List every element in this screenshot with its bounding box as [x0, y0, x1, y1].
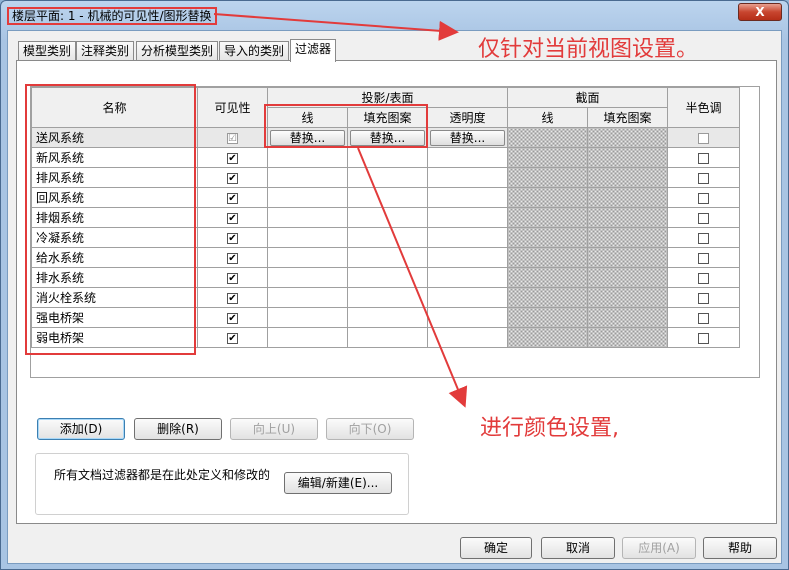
visibility-checkbox[interactable]: ✔ — [227, 212, 238, 224]
header-cut: 截面 — [507, 87, 668, 108]
visibility-checkbox[interactable]: ✔ — [227, 232, 238, 244]
header-visibility[interactable]: 可见性 — [197, 87, 268, 128]
table-row[interactable]: 排水系统 ✔ — [31, 267, 740, 288]
override-projection-line-button[interactable]: 替换... — [270, 129, 345, 146]
title-bar[interactable]: 楼层平面: 1 - 机械的可见性/图形替换 X — [1, 1, 788, 29]
filter-name[interactable]: 排风系统 — [31, 167, 198, 188]
header-cut-line: 线 — [507, 107, 588, 128]
override-transparency-button[interactable]: 替换... — [430, 129, 505, 146]
visibility-checkbox[interactable]: ✔ — [227, 172, 238, 184]
filter-name[interactable]: 消火栓系统 — [31, 287, 198, 308]
header-projection-surface: 投影/表面 — [267, 87, 508, 108]
filter-name[interactable]: 新风系统 — [31, 147, 198, 168]
halftone-checkbox[interactable] — [698, 132, 709, 144]
visibility-checkbox[interactable]: ☑ — [227, 132, 238, 144]
table-row[interactable]: 新风系统 ✔ — [31, 147, 740, 168]
filters-grid: 名称 可见性 投影/表面 截面 半色调 线 填充图案 透明度 线 填充图案 送风… — [30, 86, 760, 378]
header-name[interactable]: 名称 — [31, 87, 198, 128]
visibility-checkbox[interactable]: ✔ — [227, 152, 238, 164]
filters-info-group: 所有文档过滤器都是在此处定义和修改的 编辑/新建(E)... — [35, 453, 409, 515]
header-projection-fill-pattern: 填充图案 — [347, 107, 428, 128]
table-row[interactable]: 排烟系统 ✔ — [31, 207, 740, 228]
tab-analytical-model-categories[interactable]: 分析模型类别 — [136, 41, 219, 61]
filters-panel: 名称 可见性 投影/表面 截面 半色调 线 填充图案 透明度 线 填充图案 送风… — [16, 60, 777, 524]
filters-table: 名称 可见性 投影/表面 截面 半色调 线 填充图案 透明度 线 填充图案 送风… — [31, 87, 740, 348]
visibility-checkbox[interactable]: ✔ — [227, 192, 238, 204]
halftone-checkbox[interactable] — [698, 292, 709, 304]
dialog-window: 楼层平面: 1 - 机械的可见性/图形替换 X 模型类别 注释类别 分析模型类别… — [0, 0, 789, 570]
tab-imported-categories[interactable]: 导入的类别 — [219, 41, 290, 61]
header-halftone[interactable]: 半色调 — [667, 87, 740, 128]
table-row[interactable]: 回风系统 ✔ — [31, 187, 740, 208]
visibility-checkbox[interactable]: ✔ — [227, 332, 238, 344]
help-button[interactable]: 帮助 — [703, 537, 777, 559]
table-row[interactable]: 消火栓系统 ✔ — [31, 287, 740, 308]
halftone-checkbox[interactable] — [698, 272, 709, 284]
visibility-checkbox[interactable]: ✔ — [227, 252, 238, 264]
window-title: 楼层平面: 1 - 机械的可见性/图形替换 — [7, 7, 217, 25]
move-up-button[interactable]: 向上(U) — [230, 418, 318, 440]
filter-name[interactable]: 给水系统 — [31, 247, 198, 268]
filter-name[interactable]: 弱电桥架 — [31, 327, 198, 348]
halftone-checkbox[interactable] — [698, 332, 709, 344]
header-cut-fill-pattern: 填充图案 — [587, 107, 668, 128]
edit-new-button[interactable]: 编辑/新建(E)... — [284, 472, 392, 494]
table-row[interactable]: 强电桥架 ✔ — [31, 307, 740, 328]
halftone-checkbox[interactable] — [698, 252, 709, 264]
table-row[interactable]: 送风系统 ☑ 替换... 替换... 替换... — [31, 127, 740, 148]
visibility-checkbox[interactable]: ✔ — [227, 312, 238, 324]
annotation-color-setting: 进行颜色设置, — [480, 416, 619, 441]
halftone-checkbox[interactable] — [698, 152, 709, 164]
halftone-checkbox[interactable] — [698, 172, 709, 184]
filter-name[interactable]: 强电桥架 — [31, 307, 198, 328]
delete-button[interactable]: 删除(R) — [134, 418, 222, 440]
cut-fill-cell — [587, 127, 668, 148]
table-row[interactable]: 冷凝系统 ✔ — [31, 227, 740, 248]
tab-model-categories[interactable]: 模型类别 — [18, 41, 77, 61]
filters-info-text: 所有文档过滤器都是在此处定义和修改的 — [54, 468, 271, 482]
table-row[interactable]: 给水系统 ✔ — [31, 247, 740, 268]
cancel-button[interactable]: 取消 — [541, 537, 615, 559]
halftone-checkbox[interactable] — [698, 192, 709, 204]
override-projection-fill-button[interactable]: 替换... — [350, 129, 425, 146]
filter-name[interactable]: 送风系统 — [31, 127, 198, 148]
table-row[interactable]: 弱电桥架 ✔ — [31, 327, 740, 348]
halftone-checkbox[interactable] — [698, 312, 709, 324]
tab-filters[interactable]: 过滤器 — [290, 39, 337, 62]
cut-line-cell — [507, 127, 588, 148]
header-transparency: 透明度 — [427, 107, 508, 128]
close-button[interactable]: X — [738, 3, 782, 21]
visibility-checkbox[interactable]: ✔ — [227, 272, 238, 284]
filter-name[interactable]: 回风系统 — [31, 187, 198, 208]
halftone-checkbox[interactable] — [698, 212, 709, 224]
tab-annotation-categories[interactable]: 注释类别 — [76, 41, 135, 61]
header-projection-line: 线 — [267, 107, 348, 128]
filter-name[interactable]: 排烟系统 — [31, 207, 198, 228]
table-row[interactable]: 排风系统 ✔ — [31, 167, 740, 188]
halftone-checkbox[interactable] — [698, 232, 709, 244]
dialog-client-area: 模型类别 注释类别 分析模型类别 导入的类别 过滤器 名称 可见性 投影/表面 — [7, 30, 782, 564]
visibility-checkbox[interactable]: ✔ — [227, 292, 238, 304]
add-button[interactable]: 添加(D) — [37, 418, 125, 440]
move-down-button[interactable]: 向下(O) — [326, 418, 414, 440]
apply-button[interactable]: 应用(A) — [622, 537, 696, 559]
filter-name[interactable]: 冷凝系统 — [31, 227, 198, 248]
annotation-current-view: 仅针对当前视图设置。 — [478, 37, 699, 62]
filter-name[interactable]: 排水系统 — [31, 267, 198, 288]
ok-button[interactable]: 确定 — [460, 537, 532, 559]
